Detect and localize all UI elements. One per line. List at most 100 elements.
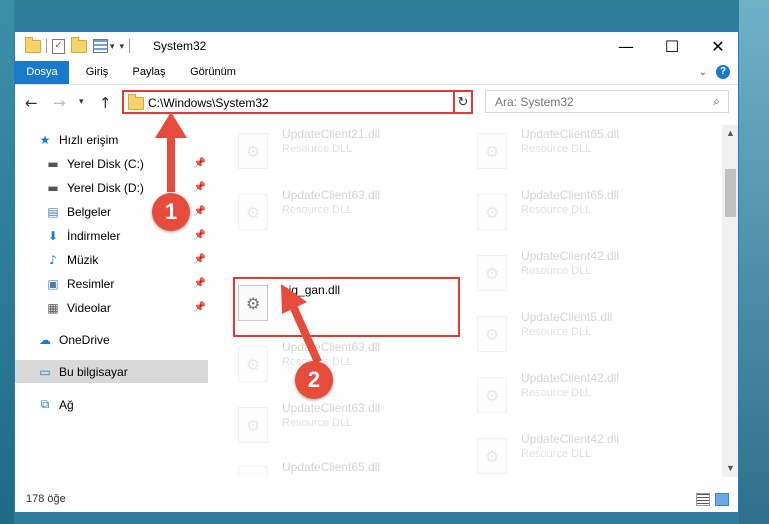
sidebar-item-label: Bu bilgisayar [59, 364, 128, 379]
file-item[interactable]: UpdateClient63.dll Resource DLL [233, 399, 458, 451]
pin-icon[interactable]: 📌 [194, 302, 206, 313]
file-item[interactable]: UpdateClient65.dll Resource DLL [472, 186, 697, 238]
back-arrow-icon[interactable]: ← [25, 94, 38, 112]
properties-check-icon[interactable]: ✓ [52, 38, 65, 54]
sidebar-item-local-disk-c[interactable]: ▬ Yerel Disk (C:) 📌 [15, 152, 208, 175]
pin-icon[interactable]: 📌 [194, 230, 206, 241]
sidebar-item-label: Belgeler [67, 204, 112, 219]
sidebar-item-quick-access[interactable]: ★ Hızlı erişim [15, 128, 208, 151]
customize-toolbar-icon[interactable]: ▾ [120, 41, 125, 52]
sidebar-item-label: Yerel Disk (C:) [67, 156, 144, 171]
computer-icon: ▭ [39, 364, 51, 379]
separator [46, 39, 47, 53]
chevron-down-icon[interactable]: ▾ [110, 41, 115, 52]
file-item[interactable]: UpdateClient65.dll Resource DLL [233, 458, 458, 477]
expand-ribbon-icon[interactable]: ⌄ [699, 67, 707, 78]
file-type: Resource DLL [282, 476, 352, 477]
status-bar: 178 öğe [15, 487, 738, 512]
maximize-button[interactable]: ☐ [649, 32, 695, 61]
sidebar-item-this-pc[interactable]: ▭ Bu bilgisayar [15, 360, 208, 383]
minimize-button[interactable]: — [603, 32, 649, 61]
file-item[interactable]: UpdateClient42.dll Resource DLL [472, 430, 697, 477]
forward-arrow-icon[interactable]: → [53, 94, 66, 112]
tab-file[interactable]: Dosya [15, 61, 69, 84]
dll-file-icon [477, 255, 507, 291]
details-view-icon[interactable] [696, 493, 710, 506]
pin-icon[interactable]: 📌 [194, 254, 206, 265]
sidebar-item-videos[interactable]: ▦ Videolar 📌 [15, 296, 208, 319]
address-path[interactable]: C:\Windows\System32 [148, 96, 269, 110]
file-name: UpdateClient63.dll [282, 188, 381, 202]
file-type: Resource DLL [521, 204, 592, 216]
file-type: Resource DLL [282, 417, 353, 429]
scrollbar-thumb[interactable] [725, 169, 736, 217]
sidebar-item-label: Resimler [67, 276, 115, 291]
pin-icon[interactable]: 📌 [194, 158, 206, 169]
pin-icon[interactable]: 📌 [194, 278, 206, 289]
ribbon-tabs: Dosya Giriş Paylaş Görünüm ⌄ ? [15, 61, 738, 85]
dll-file-icon [238, 346, 268, 382]
cloud-icon: ☁ [39, 332, 51, 347]
folder-icon [25, 36, 41, 53]
video-icon: ▦ [47, 300, 59, 315]
dll-file-icon [238, 407, 268, 443]
file-item[interactable]: UpdateClient42.dll Resource DLL [472, 247, 697, 299]
address-bar[interactable]: C:\Windows\System32 ⌄ [122, 90, 471, 114]
new-folder-icon[interactable] [71, 36, 87, 53]
recent-locations-icon[interactable]: ▾ [79, 97, 84, 107]
scroll-down-icon[interactable]: ▼ [722, 460, 738, 477]
file-name: UpdateClient42.dll [521, 432, 620, 446]
ribbon-controls: ⌄ ? [699, 65, 730, 79]
pin-icon[interactable]: 📌 [194, 182, 206, 193]
file-item[interactable]: UpdateClient63.dll Resource DLL [233, 186, 458, 238]
sidebar-item-onedrive[interactable]: ☁ OneDrive [15, 328, 208, 351]
tab-view[interactable]: Görünüm [182, 61, 244, 84]
refresh-button[interactable]: ↻ [453, 90, 473, 114]
properties-list-icon[interactable] [93, 39, 108, 53]
sidebar-item-label: Yerel Disk (D:) [67, 180, 144, 195]
sidebar-item-label: İndirmeler [67, 228, 121, 243]
desktop-background-right [739, 0, 769, 524]
title-bar[interactable]: ✓ ▾ ▾ System32 — ☐ ✕ [15, 32, 738, 61]
drive-icon: ▬ [47, 180, 59, 195]
large-icons-view-icon[interactable] [715, 493, 729, 506]
tab-share[interactable]: Paylaş [124, 61, 174, 84]
sidebar-item-label: Videolar [67, 300, 111, 315]
dll-file-icon [238, 194, 268, 230]
desktop-background-left [0, 0, 14, 524]
file-name: UpdateClient63.dll [282, 340, 381, 354]
file-item-big-gan[interactable]: big_gan.dll [233, 277, 460, 337]
file-item[interactable]: UpdateClient63.dll Resource DLL [233, 338, 458, 390]
window-title: System32 [153, 39, 207, 53]
music-icon: ♪ [49, 252, 57, 267]
sidebar-item-music[interactable]: ♪ Müzik 📌 [15, 248, 208, 271]
file-item[interactable]: UpdateClient5.dll Resource DLL [472, 308, 697, 360]
close-button[interactable]: ✕ [695, 32, 738, 61]
dll-file-icon [238, 466, 268, 477]
file-item[interactable]: UpdateClient21.dll Resource DLL [233, 125, 458, 177]
file-type: Resource DLL [521, 387, 592, 399]
documents-icon: ▤ [47, 204, 59, 219]
folder-icon [128, 94, 144, 110]
file-type: Resource DLL [521, 326, 592, 338]
search-icon[interactable]: ⌕ [713, 94, 720, 109]
dll-file-icon [477, 377, 507, 413]
search-input[interactable]: Ara: System32 ⌕ [485, 90, 729, 113]
pin-icon[interactable]: 📌 [194, 206, 206, 217]
scroll-up-icon[interactable]: ▲ [722, 125, 738, 142]
file-name: UpdateClient5.dll [521, 310, 613, 324]
dll-file-icon [238, 133, 268, 169]
up-arrow-icon[interactable]: ↑ [99, 94, 112, 112]
file-item[interactable]: UpdateClient65.dll Resource DLL [472, 125, 697, 177]
search-placeholder: Ara: System32 [495, 95, 574, 109]
sidebar-item-pictures[interactable]: ▣ Resimler 📌 [15, 272, 208, 295]
file-list: UpdateClient21.dll Resource DLL UpdateCl… [209, 125, 722, 477]
file-item[interactable]: UpdateClient42.dll Resource DLL [472, 369, 697, 421]
tab-home[interactable]: Giriş [75, 61, 119, 84]
file-name: UpdateClient21.dll [282, 127, 381, 141]
help-icon[interactable]: ? [716, 65, 730, 79]
sidebar-item-network[interactable]: ⧉ Ağ [15, 393, 208, 416]
vertical-scrollbar[interactable]: ▲ ▼ [722, 125, 738, 477]
item-count: 178 öğe [26, 493, 66, 505]
sidebar-item-label: Hızlı erişim [59, 132, 119, 147]
